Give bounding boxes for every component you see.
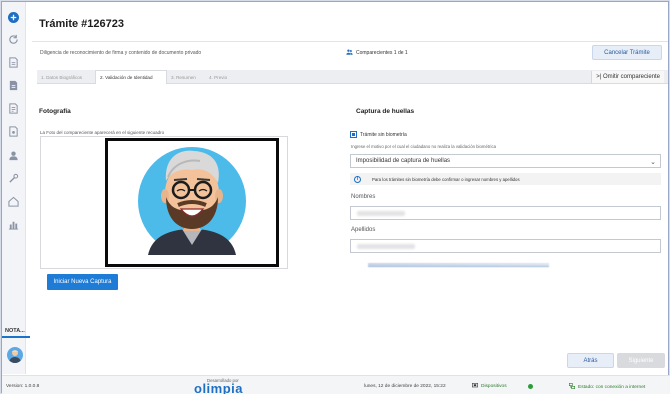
fingerprint-section-title: Captura de huellas (356, 108, 415, 115)
devices-label: Dispositivos (481, 384, 507, 389)
subtitle-bar: Diligencia de reconocimiento de firma y … (32, 44, 668, 64)
next-button[interactable]: Siguiente (617, 353, 665, 368)
sidebar: NOTA... (2, 2, 30, 374)
devices-ok-icon (527, 384, 533, 389)
connection-status: Estado: con conexión a internet (569, 383, 645, 391)
back-button[interactable]: Atrás (567, 353, 614, 368)
header-divider (32, 41, 668, 42)
comparecientes-text: Comparecientes 1 de 1 (356, 50, 408, 56)
plus-circle-icon[interactable] (6, 10, 21, 25)
olimpia-logo: olimpia (194, 381, 244, 394)
redacted-link[interactable] (368, 263, 549, 267)
names-redacted-value (357, 211, 405, 216)
avatar-illustration (108, 141, 276, 264)
chevron-down-icon: ⌄ (650, 159, 656, 166)
version-text: Version: 1.0.0.8 (6, 384, 40, 389)
tab-validacion-identidad[interactable]: 2. Validación de Identidad (95, 70, 167, 84)
people-icon (346, 49, 353, 57)
tab-datos-biograficos[interactable]: 1. Datos Biográficos (37, 70, 95, 84)
document-icon[interactable] (6, 78, 21, 93)
comparecientes-counter: Comparecientes 1 de 1 (346, 49, 408, 57)
surnames-redacted-value (357, 244, 415, 249)
procedure-description: Diligencia de reconocimiento de firma y … (40, 50, 202, 56)
photo-section-title: Fotografía (39, 108, 71, 115)
document-icon[interactable] (6, 124, 21, 139)
biometrics-info-text: Para los trámites sin biometría debe con… (372, 176, 520, 182)
omit-compareciente-button[interactable]: >| Omitir compareciente (591, 71, 664, 83)
names-label: Nombres (351, 194, 376, 200)
document-icon[interactable] (6, 55, 21, 70)
motive-select-value: Imposibilidad de captura de huellas (356, 158, 451, 164)
photo-caption: La Foto del compareciente aparecerá en e… (40, 130, 165, 135)
devices-icon (472, 383, 478, 390)
document-icon[interactable] (6, 101, 21, 116)
chart-icon[interactable] (6, 217, 21, 232)
user-icon[interactable] (6, 148, 21, 163)
names-field[interactable] (350, 206, 661, 220)
surnames-label: Apellidos (351, 227, 376, 233)
captured-photo (105, 138, 279, 267)
cancel-procedure-button[interactable]: Cancelar Trámite (592, 45, 662, 60)
start-capture-button[interactable]: Iniciar Nueva Captura (47, 274, 118, 290)
no-biometrics-label: Trámite sin biometría (360, 131, 407, 138)
info-icon: i (354, 175, 361, 183)
app-window: NOTA... Trámite #126723 Diligencia de re… (1, 1, 670, 394)
status-footer: Version: 1.0.0.8 Desarrollado por olimpi… (2, 375, 670, 394)
devices-status[interactable]: Dispositivos (472, 383, 533, 390)
network-icon (569, 383, 575, 391)
nota-label[interactable]: NOTA... (2, 328, 30, 338)
motive-label: Ingrese el motivo por el cual el ciudada… (351, 144, 496, 149)
connection-status-label: Estado: con conexión a internet (578, 384, 646, 390)
tab-previo[interactable]: 4. Previo (205, 70, 245, 84)
tab-resumen[interactable]: 3. Resumen (167, 70, 205, 84)
surnames-field[interactable] (350, 239, 661, 253)
motive-select[interactable]: Imposibilidad de captura de huellas ⌄ (350, 154, 661, 168)
biometrics-info-box: i Para los trámites sin biometría debe c… (350, 173, 661, 185)
refresh-icon[interactable] (6, 32, 21, 47)
datetime-text: lunes, 12 de diciembre de 2022, 15:22 (364, 384, 446, 389)
step-tabs: 1. Datos Biográficos 2. Validación de Id… (37, 70, 668, 84)
no-biometrics-row: Trámite sin biometría (350, 131, 407, 138)
page-title: Trámite #126723 (39, 18, 125, 30)
no-biometrics-checkbox[interactable] (350, 131, 357, 138)
user-avatar[interactable] (7, 347, 23, 363)
home-icon[interactable] (6, 194, 21, 209)
tools-icon[interactable] (6, 171, 21, 186)
